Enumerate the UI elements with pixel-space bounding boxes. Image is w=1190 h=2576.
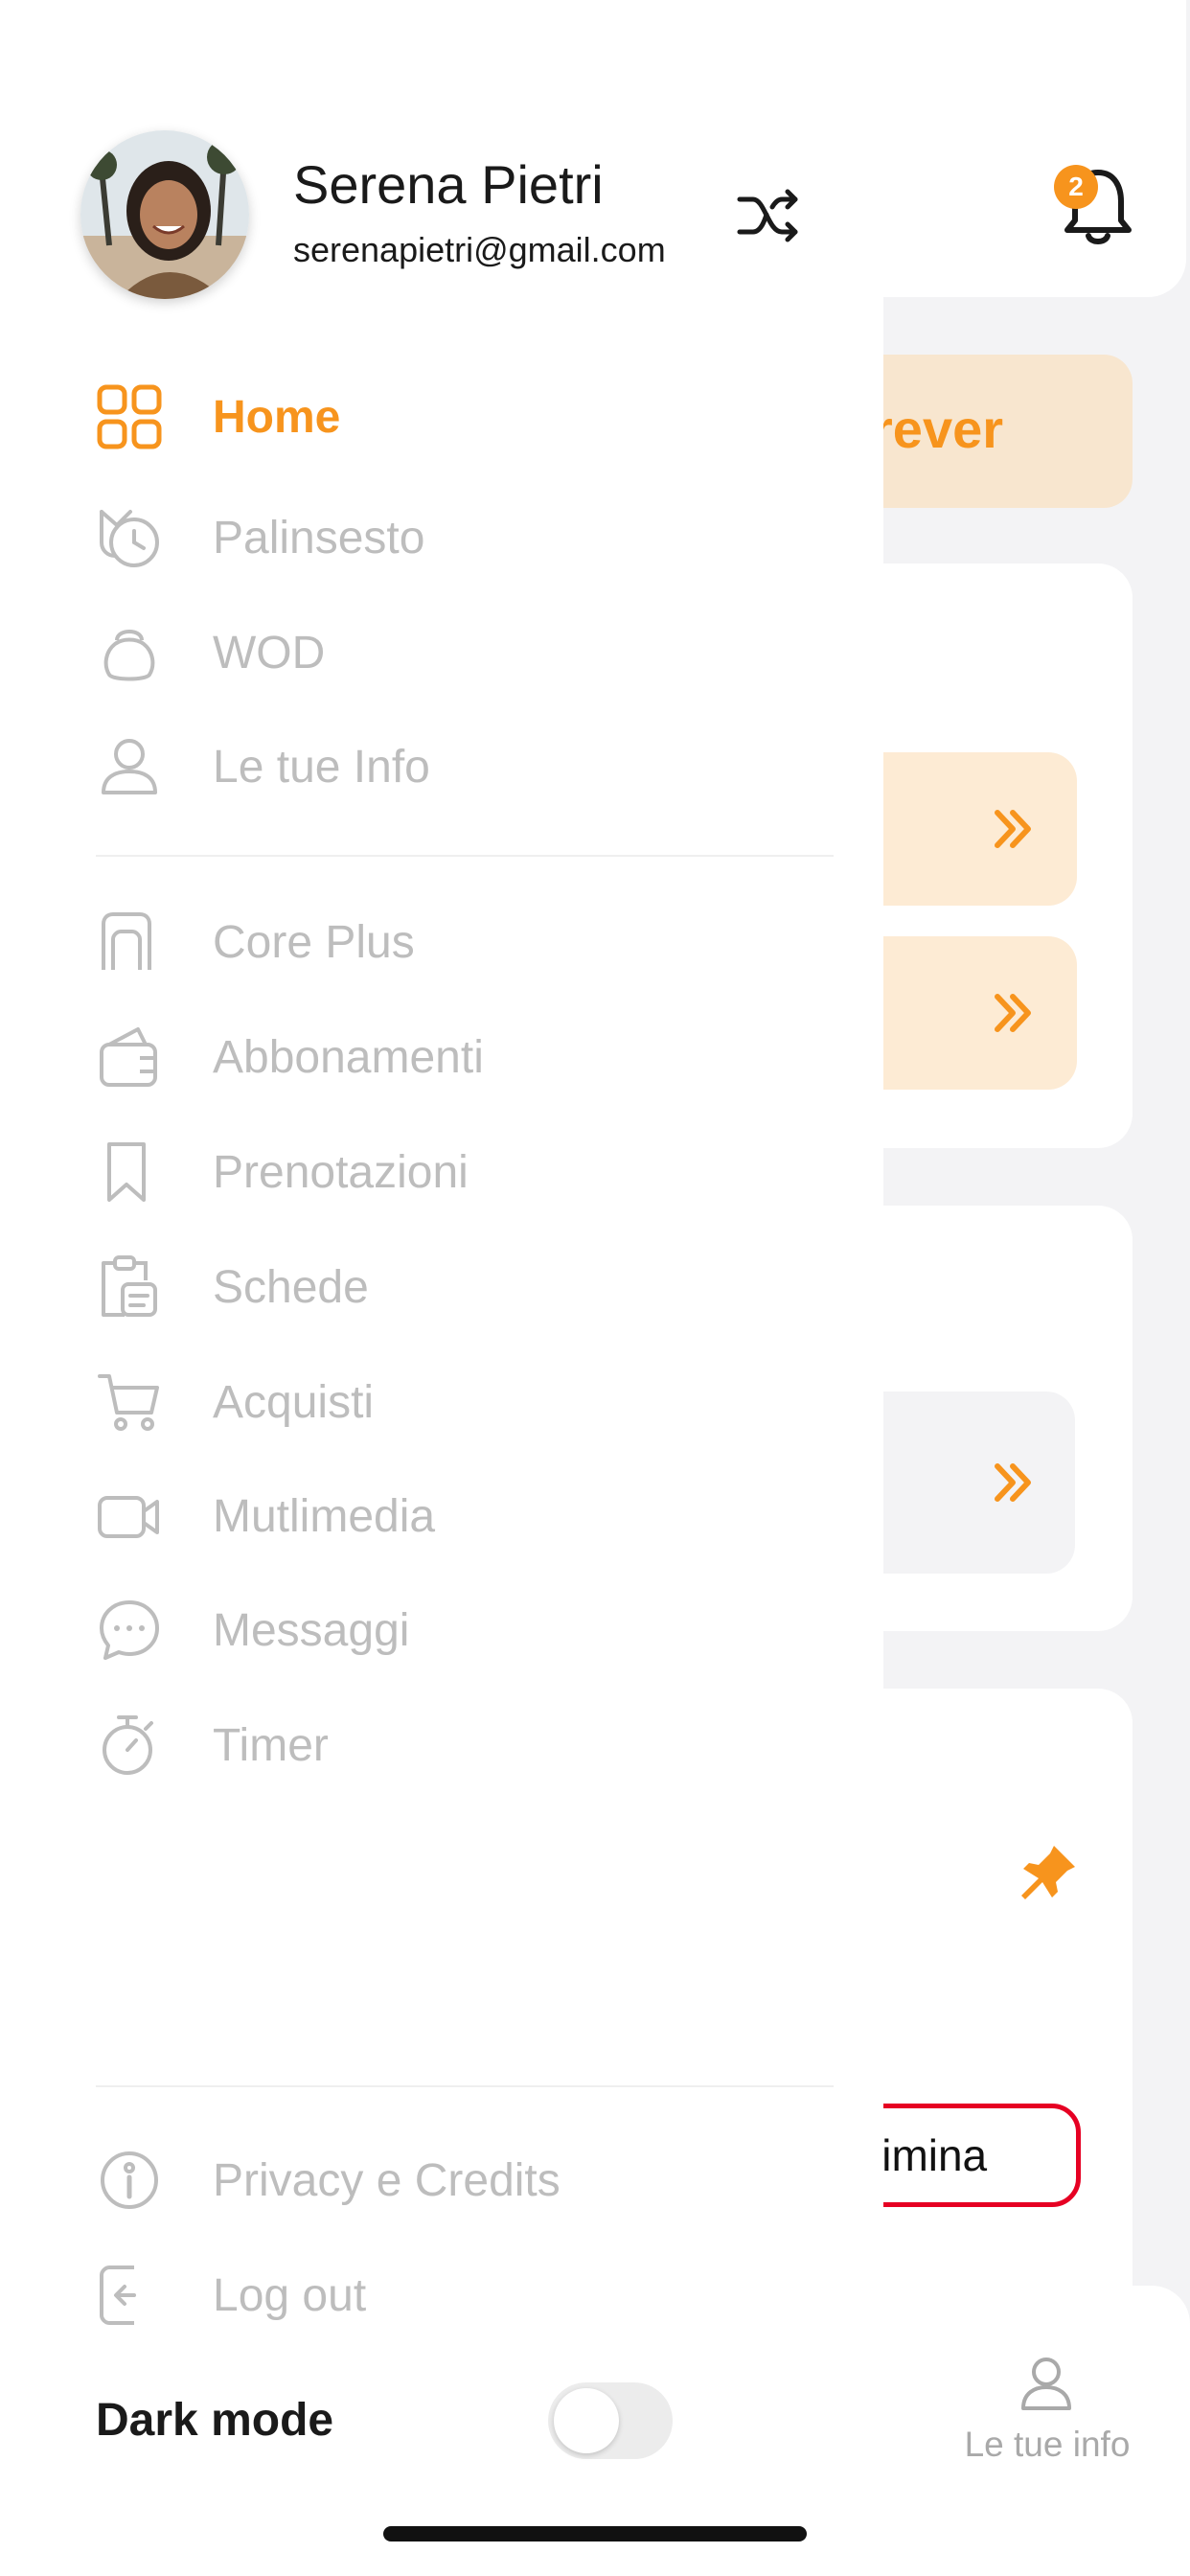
menu-item-home[interactable]: Home	[96, 374, 843, 460]
promo-text: rever	[872, 399, 1004, 459]
dark-mode-label: Dark mode	[96, 2394, 334, 2446]
menu-label: Schede	[213, 1261, 369, 1313]
menu-item-log-out[interactable]: Log out	[96, 2252, 843, 2338]
menu-item-palinsesto[interactable]: Palinsesto	[96, 494, 843, 581]
menu-label: Acquisti	[213, 1376, 375, 1428]
notification-badge: 2	[1054, 165, 1098, 209]
menu-item-core-plus[interactable]: Core Plus	[96, 899, 843, 985]
schedule-history-icon	[100, 510, 159, 567]
info-icon	[101, 2151, 158, 2209]
cart-icon	[98, 1374, 159, 1431]
tab-le-tue-info[interactable]: Le tue info	[958, 2425, 1136, 2465]
logout-icon	[100, 2266, 136, 2325]
menu-label: Privacy e Credits	[213, 2154, 561, 2206]
pin-icon[interactable]	[1018, 1842, 1079, 1903]
avatar-photo	[80, 130, 249, 299]
navigation-drawer: Serena Pietri serenapietri@gmail.com Hom…	[0, 0, 883, 2576]
door-icon	[102, 912, 151, 970]
grid-icon	[97, 384, 162, 449]
menu-label: Palinsesto	[213, 512, 425, 564]
double-chevron-right-icon	[995, 994, 1031, 1032]
menu-item-abbonamenti[interactable]: Abbonamenti	[96, 1014, 843, 1100]
profile-email: serenapietri@gmail.com	[293, 230, 666, 269]
user-icon	[102, 739, 157, 794]
video-icon	[98, 1496, 159, 1538]
avatar[interactable]	[80, 130, 249, 299]
shuffle-icon[interactable]	[736, 182, 803, 249]
menu-label: Le tue Info	[213, 741, 430, 793]
menu-label: Timer	[213, 1719, 329, 1771]
clipboard-icon	[102, 1255, 157, 1317]
delete-button-label: limina	[872, 2130, 988, 2180]
chat-icon	[100, 1600, 159, 1660]
kettlebell-icon	[103, 630, 155, 681]
menu-label: WOD	[213, 627, 326, 678]
double-chevron-right-icon	[995, 810, 1031, 848]
dark-mode-toggle[interactable]	[548, 2382, 673, 2459]
menu-item-acquisti[interactable]: Acquisti	[96, 1359, 843, 1445]
menu-item-prenotazioni[interactable]: Prenotazioni	[96, 1129, 843, 1215]
stopwatch-icon	[103, 1715, 153, 1775]
menu-divider	[96, 2085, 834, 2087]
menu-item-schede[interactable]: Schede	[96, 1244, 843, 1330]
menu-label: Messaggi	[213, 1604, 410, 1656]
menu-label: Mutlimedia	[213, 1490, 436, 1542]
menu-item-privacy-credits[interactable]: Privacy e Credits	[96, 2137, 843, 2223]
menu-item-messaggi[interactable]: Messaggi	[96, 1587, 843, 1673]
menu-label: Log out	[213, 2269, 367, 2321]
user-icon[interactable]	[1016, 2353, 1077, 2414]
wallet-icon	[100, 1027, 157, 1087]
menu-item-wod[interactable]: WOD	[96, 610, 843, 696]
home-indicator	[383, 2526, 807, 2542]
menu-label: Home	[213, 391, 341, 443]
profile-name: Serena Pietri	[293, 154, 604, 215]
bookmark-icon	[107, 1142, 146, 1202]
menu-item-timer[interactable]: Timer	[96, 1702, 843, 1788]
menu-item-mutlimedia[interactable]: Mutlimedia	[96, 1473, 843, 1559]
menu-divider	[96, 855, 834, 857]
toggle-knob	[554, 2388, 619, 2453]
menu-label: Prenotazioni	[213, 1146, 469, 1198]
menu-label: Core Plus	[213, 916, 415, 968]
double-chevron-right-icon	[995, 1463, 1031, 1502]
menu-item-le-tue-info[interactable]: Le tue Info	[96, 724, 843, 810]
menu-label: Abbonamenti	[213, 1031, 484, 1083]
